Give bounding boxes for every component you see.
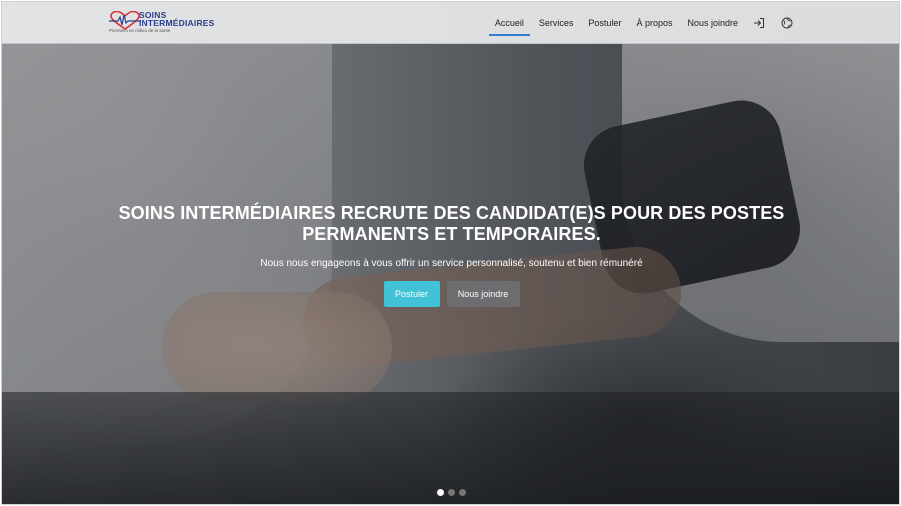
- nous-joindre-button[interactable]: Nous joindre: [446, 281, 520, 307]
- nav-item-services[interactable]: Services: [539, 2, 574, 44]
- nav-item-a-propos[interactable]: À propos: [636, 2, 672, 44]
- top-navbar: SOINS INTERMÉDIAIRES Pionniers en milieu…: [2, 2, 899, 44]
- globe-icon[interactable]: [780, 16, 794, 30]
- nav-item-postuler[interactable]: Postuler: [588, 2, 621, 44]
- hero-title: SOINS INTERMÉDIAIRES RECRUTE DES CANDIDA…: [118, 203, 785, 244]
- brand-name: SOINS INTERMÉDIAIRES: [139, 11, 215, 28]
- brand-name-line2: INTERMÉDIAIRES: [139, 18, 215, 28]
- hero-buttons: Postuler Nous joindre: [2, 281, 899, 307]
- main-navigation: Accueil Services Postuler À propos Nous …: [480, 2, 794, 44]
- page-frame: SOINS INTERMÉDIAIRES Pionniers en milieu…: [1, 1, 900, 505]
- carousel-dot-3[interactable]: [459, 489, 466, 496]
- carousel-indicators: [2, 489, 899, 496]
- login-icon[interactable]: [752, 16, 766, 30]
- nav-item-nous-joindre[interactable]: Nous joindre: [687, 2, 738, 44]
- nav-item-accueil[interactable]: Accueil: [488, 2, 530, 44]
- hero-overlay: [2, 2, 899, 504]
- carousel-dot-1[interactable]: [437, 489, 444, 496]
- brand-logo[interactable]: SOINS INTERMÉDIAIRES Pionniers en milieu…: [109, 9, 214, 37]
- hero-subtitle: Nous nous engageons à vous offrir un ser…: [260, 258, 643, 269]
- postuler-button[interactable]: Postuler: [383, 281, 440, 307]
- carousel-dot-2[interactable]: [448, 489, 455, 496]
- brand-tagline: Pionniers en milieu de la santé: [109, 28, 171, 33]
